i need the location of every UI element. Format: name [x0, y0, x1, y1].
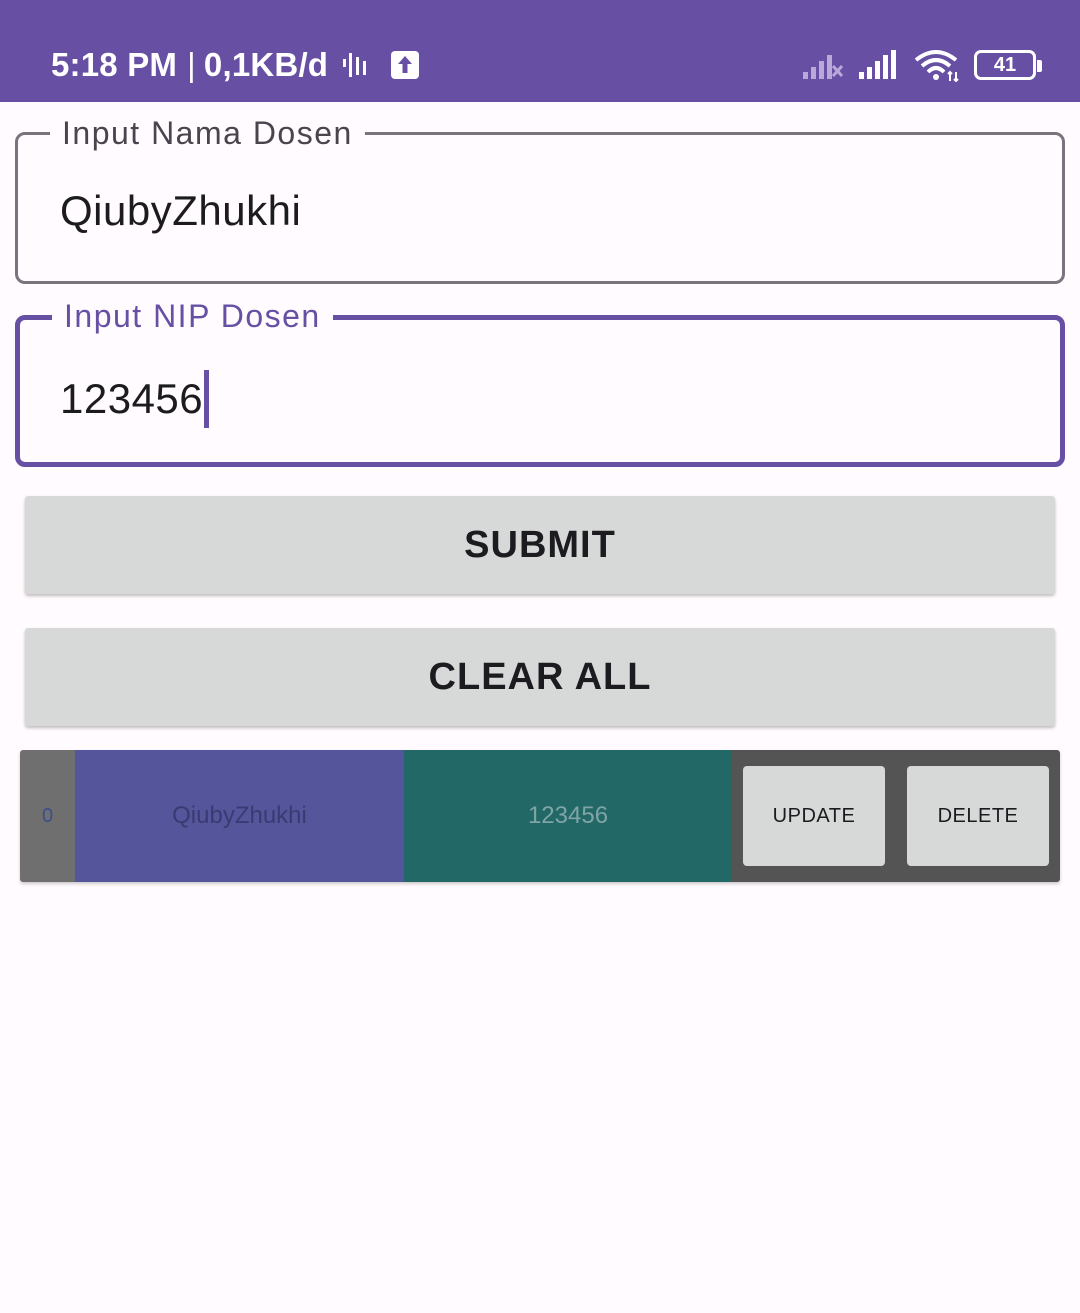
- battery-level: 41: [993, 53, 1017, 76]
- update-button[interactable]: UPDATE: [743, 766, 885, 866]
- row-name: QiubyZhukhi: [75, 750, 404, 882]
- nama-dosen-field[interactable]: Input Nama Dosen QiubyZhukhi: [15, 113, 1065, 284]
- nip-dosen-input[interactable]: 123456: [60, 370, 210, 428]
- delete-button[interactable]: DELETE: [907, 766, 1049, 866]
- nama-dosen-input[interactable]: QiubyZhukhi: [60, 187, 301, 235]
- clear-all-button[interactable]: CLEAR ALL: [25, 628, 1055, 726]
- network-speed: 0,1KB/d: [203, 46, 329, 83]
- nip-dosen-label: Input NIP Dosen: [52, 296, 333, 336]
- nama-dosen-label: Input Nama Dosen: [50, 113, 365, 153]
- status-separator: |: [187, 46, 196, 83]
- nip-dosen-field[interactable]: Input NIP Dosen 123456: [15, 296, 1065, 467]
- submit-button[interactable]: SUBMIT: [25, 496, 1055, 594]
- status-bar: 5:18 PM | 0,1KB/d 41: [0, 0, 1080, 102]
- status-left: 5:18 PM | 0,1KB/d: [51, 44, 420, 86]
- row-actions: UPDATE DELETE: [732, 750, 1060, 882]
- status-time: 5:18 PM: [51, 46, 178, 83]
- battery-icon: 41: [974, 50, 1042, 80]
- wifi-icon: [914, 48, 960, 82]
- list-item: 0 QiubyZhukhi 123456 UPDATE DELETE: [20, 750, 1060, 882]
- nip-dosen-value: 123456: [60, 375, 204, 422]
- signal-icon: [858, 50, 900, 80]
- text-caret: [204, 370, 210, 428]
- upload-icon: [390, 50, 420, 80]
- status-right: 41: [802, 44, 1042, 86]
- row-index: 0: [20, 750, 75, 882]
- row-nip: 123456: [404, 750, 732, 882]
- nama-dosen-value: QiubyZhukhi: [60, 187, 302, 234]
- no-signal-icon: [802, 50, 844, 80]
- activity-icon: [342, 51, 368, 79]
